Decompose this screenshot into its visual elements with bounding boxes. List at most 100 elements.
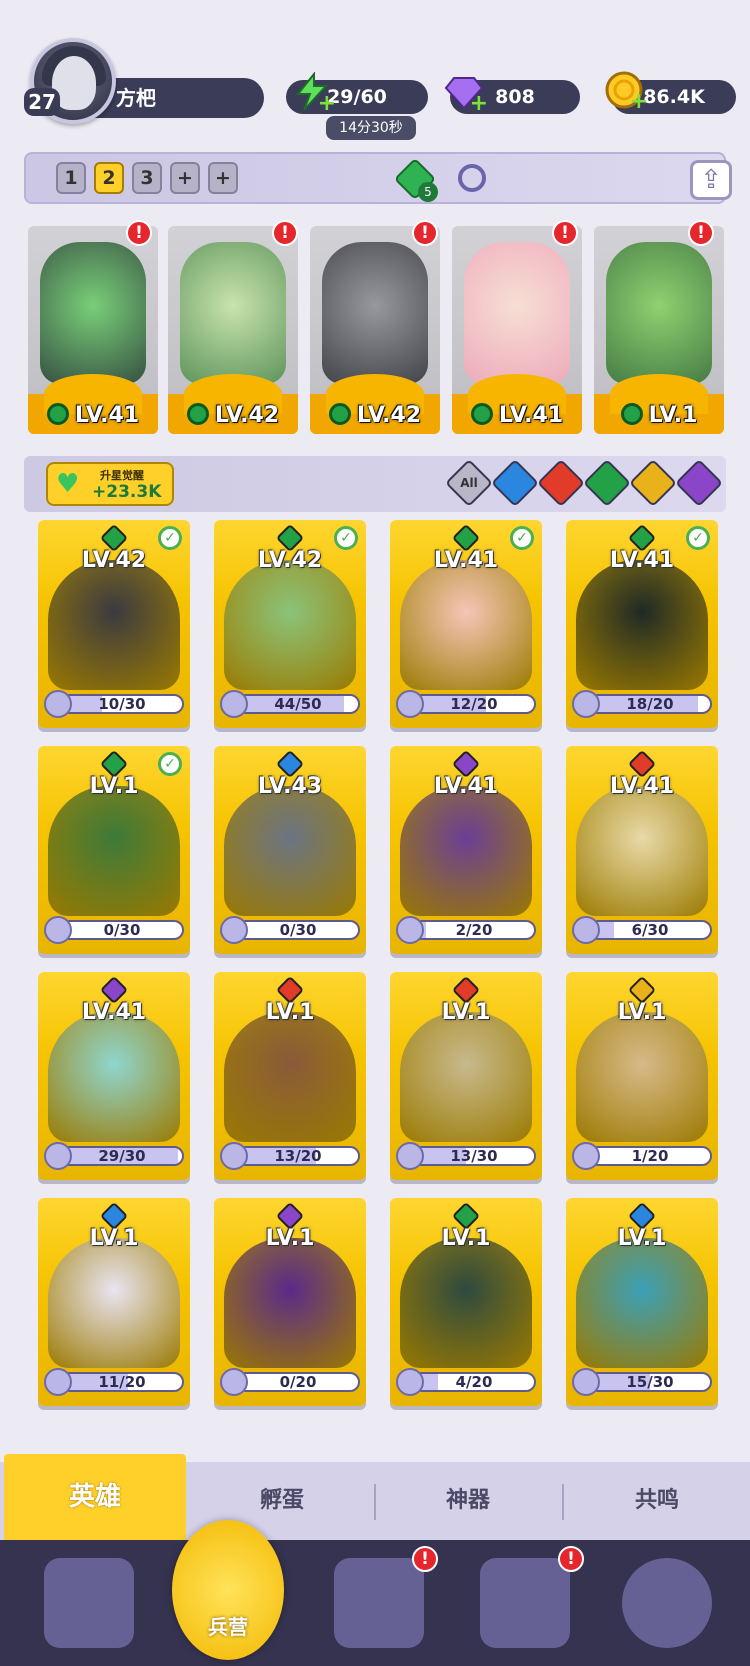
hero-shard-icon — [220, 1368, 248, 1396]
nav-castle-icon[interactable] — [480, 1558, 570, 1648]
team-hero-portrait — [40, 242, 146, 384]
filter-water-icon[interactable] — [490, 458, 540, 508]
nav-cards-icon[interactable] — [44, 1558, 134, 1648]
team-hero-level-text: LV.41 — [498, 403, 564, 428]
hero-shard-icon — [44, 916, 72, 944]
hero-card[interactable]: LV.42 ✓ 44/50 — [214, 520, 366, 728]
hero-card[interactable]: LV.1 11/20 — [38, 1198, 190, 1406]
hero-shard-icon — [396, 1368, 424, 1396]
hero-card[interactable]: LV.41 ✓ 18/20 — [566, 520, 718, 728]
hero-card[interactable]: LV.1 0/20 — [214, 1198, 366, 1406]
hero-card[interactable]: LV.43 0/30 — [214, 746, 366, 954]
shard-progress-bar: 44/50 — [236, 694, 360, 714]
nav-map-icon[interactable] — [334, 1558, 424, 1648]
team-slot-add-2[interactable]: + — [208, 162, 238, 194]
nav-mushroom-icon[interactable] — [622, 1558, 712, 1648]
hero-shard-icon — [396, 1142, 424, 1170]
team-hero-level-text: LV.1 — [648, 403, 698, 428]
share-icon[interactable]: ⇪ — [690, 160, 732, 200]
hero-portrait — [400, 1012, 532, 1142]
team-hero-level: LV.1 — [594, 403, 724, 428]
team-slot-1[interactable]: 1 — [56, 162, 86, 194]
team-hero-4[interactable]: LV.41 ! — [452, 220, 582, 434]
team-hero-2[interactable]: LV.42 ! — [168, 220, 298, 434]
hero-card[interactable]: LV.41 6/30 — [566, 746, 718, 954]
shard-progress-text: 10/30 — [98, 695, 146, 713]
nature-element-icon — [470, 403, 493, 425]
alert-badge: ! — [126, 220, 152, 246]
gold-coin-icon[interactable]: + — [604, 70, 648, 113]
team-hero-portrait — [606, 242, 712, 384]
team-hero-level-text: LV.41 — [74, 403, 140, 428]
team-hero-portrait — [322, 242, 428, 384]
hero-card[interactable]: LV.1 1/20 — [566, 972, 718, 1180]
team-slot-3[interactable]: 3 — [132, 162, 162, 194]
filter-fire-icon[interactable] — [536, 458, 586, 508]
shard-progress-bar: 4/20 — [412, 1372, 536, 1392]
hero-level: LV.1 — [617, 1000, 667, 1025]
hero-card[interactable]: LV.1 15/30 — [566, 1198, 718, 1406]
team-hero-5[interactable]: LV.1 ! — [594, 220, 724, 434]
team-hero-level: LV.42 — [310, 403, 440, 428]
search-icon[interactable] — [458, 164, 486, 192]
filter-dark-icon[interactable] — [674, 458, 724, 508]
hero-portrait — [400, 560, 532, 690]
hero-portrait — [224, 786, 356, 916]
shard-progress-bar: 15/30 — [588, 1372, 712, 1392]
shard-progress-text: 2/20 — [455, 921, 493, 939]
tab-resonance[interactable]: 共鸣 — [564, 1462, 750, 1540]
hero-level: LV.41 — [609, 548, 675, 573]
filter-all[interactable]: All — [444, 458, 494, 508]
hero-card[interactable]: LV.41 29/30 — [38, 972, 190, 1180]
top-bar: 27 方杷 29/60 + 14分30秒 808 + 86.4K + — [0, 0, 750, 140]
team-slot-add-1[interactable]: + — [170, 162, 200, 194]
hero-level: LV.41 — [81, 1000, 147, 1025]
hero-card[interactable]: LV.1 13/20 — [214, 972, 366, 1180]
shard-progress-bar: 11/20 — [60, 1372, 184, 1392]
in-team-check-icon: ✓ — [510, 526, 534, 550]
awaken-bonus-badge[interactable]: ♥ 升星觉醒 +23.3K — [46, 462, 174, 506]
shard-progress-text: 12/20 — [450, 695, 498, 713]
hero-portrait — [224, 1238, 356, 1368]
hero-shard-icon — [572, 1368, 600, 1396]
hero-level: LV.41 — [609, 774, 675, 799]
gold-value: 86.4K — [643, 86, 705, 108]
shard-progress-bar: 0/30 — [60, 920, 184, 940]
energy-plus-icon[interactable]: + — [318, 93, 336, 115]
player-name[interactable]: 方杷 — [92, 78, 264, 118]
hero-card[interactable]: LV.1 13/30 — [390, 972, 542, 1180]
filter-nature-icon[interactable] — [582, 458, 632, 508]
hero-card[interactable]: LV.1 ✓ 0/30 — [38, 746, 190, 954]
hero-portrait — [576, 786, 708, 916]
shard-progress-bar: 0/30 — [236, 920, 360, 940]
castle-alert-badge: ! — [558, 1546, 584, 1572]
hero-card[interactable]: LV.42 ✓ 10/30 — [38, 520, 190, 728]
hero-portrait — [576, 1012, 708, 1142]
hero-level: LV.1 — [265, 1000, 315, 1025]
hero-card[interactable]: LV.41 2/20 — [390, 746, 542, 954]
hero-portrait — [224, 560, 356, 690]
team-slot-2[interactable]: 2 — [94, 162, 124, 194]
hero-level: LV.1 — [265, 1226, 315, 1251]
hero-portrait — [48, 786, 180, 916]
tab-hero[interactable]: 英雄 — [4, 1454, 186, 1540]
gem-plus-icon[interactable]: + — [470, 93, 488, 115]
shard-progress-text: 18/20 — [626, 695, 674, 713]
gem-icon[interactable]: + — [444, 72, 488, 115]
shard-progress-text: 13/30 — [450, 1147, 498, 1165]
team-hero-1[interactable]: LV.41 ! — [28, 220, 158, 434]
energy-icon[interactable]: + — [292, 71, 336, 115]
filter-light-icon[interactable] — [628, 458, 678, 508]
tab-artifact[interactable]: 神器 — [376, 1462, 560, 1540]
hero-portrait — [224, 1012, 356, 1142]
nav-barracks-button[interactable]: 兵营 — [172, 1520, 284, 1660]
filter-bar: ♥ 升星觉醒 +23.3K All — [24, 456, 726, 512]
heart-icon: ♥ — [56, 469, 80, 499]
team-hero-3[interactable]: LV.42 ! — [310, 220, 440, 434]
gold-plus-icon[interactable]: + — [630, 91, 648, 113]
hero-card[interactable]: LV.1 4/20 — [390, 1198, 542, 1406]
team-bar: 1 2 3 + + 5 ⇪ — [24, 152, 732, 204]
hero-shard-icon — [396, 690, 424, 718]
hero-card[interactable]: LV.41 ✓ 12/20 — [390, 520, 542, 728]
hero-level: LV.1 — [441, 1226, 491, 1251]
